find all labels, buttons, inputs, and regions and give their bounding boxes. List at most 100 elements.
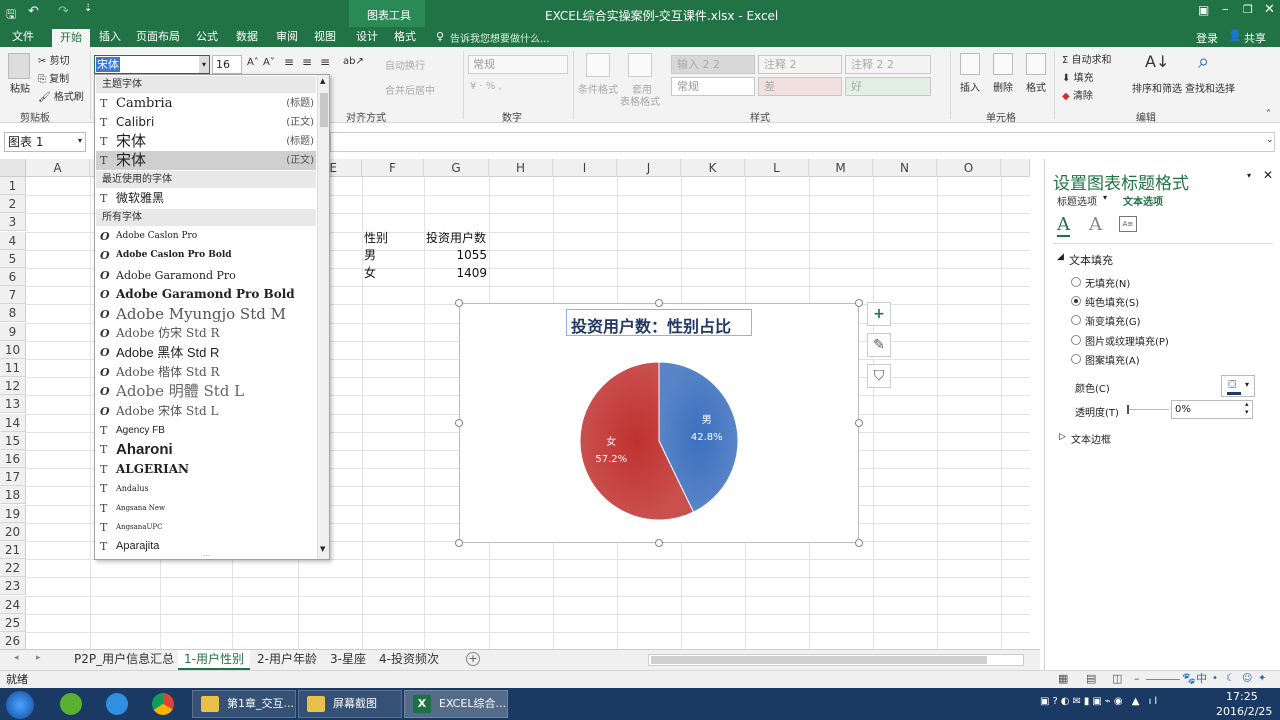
row-header[interactable]: 11 (0, 359, 26, 377)
grow-font-icon[interactable]: A˄ (247, 57, 259, 68)
style-good[interactable]: 好 (845, 77, 931, 96)
row-header[interactable]: 6 (0, 268, 26, 286)
col-header[interactable]: N (873, 159, 937, 177)
align-top-icon[interactable]: ≡ (284, 55, 294, 69)
chart-elements-plus-icon[interactable]: + (867, 302, 891, 326)
transparency-slider[interactable] (1129, 409, 1169, 410)
expand-formula-icon[interactable]: ⌄ (1266, 135, 1274, 145)
radio-picture-fill[interactable] (1071, 335, 1081, 345)
pane-close-icon[interactable]: ✕ (1263, 168, 1273, 182)
sheet-tab[interactable]: 2-用户年龄 (251, 650, 323, 670)
row-header[interactable]: 24 (0, 595, 26, 614)
style-input22[interactable]: 输入 2 2 (671, 55, 755, 74)
font-option[interactable]: O Adobe 黑体 Std R (96, 343, 316, 362)
row-header[interactable]: 23 (0, 577, 26, 596)
radio-solid-fill[interactable] (1071, 296, 1081, 306)
sheet-tab-active[interactable]: 1-用户性别 (178, 650, 250, 670)
login-link[interactable]: 登录 (1196, 30, 1218, 46)
font-option[interactable]: O Adobe 宋体 Std L (96, 402, 316, 421)
number-format-select[interactable]: 常规 (468, 55, 568, 74)
col-header[interactable]: H (489, 159, 553, 177)
textbox-icon[interactable]: A≡ (1119, 216, 1137, 232)
font-option[interactable]: T ALGERIAN (96, 460, 316, 479)
copy-button[interactable]: ⎘ 复制 (38, 70, 69, 85)
zoom-out-icon[interactable]: – (1134, 671, 1140, 687)
fill-button[interactable]: ⬇ 填充 (1062, 69, 1094, 84)
tab-view[interactable]: 视图 (308, 29, 342, 47)
insert-cells-icon[interactable] (960, 53, 980, 75)
font-dropdown[interactable]: 主题字体 T Cambria (标题) T Calibri (正文) T 宋体 (标题) T… (94, 74, 330, 560)
align-middle-icon[interactable]: ≡ (302, 55, 312, 69)
paste-button[interactable]: 粘贴 (10, 80, 30, 95)
tab-file[interactable]: 文件 (4, 29, 42, 47)
radio-no-fill[interactable] (1071, 277, 1081, 287)
resize-handle[interactable] (455, 539, 463, 547)
table-format-icon[interactable] (628, 53, 652, 77)
col-header[interactable]: F (362, 159, 424, 177)
sort-icon[interactable]: A↓ (1145, 52, 1169, 71)
radio-pattern-fill[interactable] (1071, 354, 1081, 364)
ime-punct-icon[interactable]: • (1212, 671, 1218, 687)
name-box[interactable]: 图表 1 (4, 132, 86, 152)
resize-handle[interactable] (855, 419, 863, 427)
save-icon[interactable]: 🖫 (6, 5, 16, 26)
scroll-thumb[interactable] (320, 93, 328, 127)
ime-settings-icon[interactable]: ✦ (1258, 671, 1266, 687)
transparency-input[interactable]: 0% (1171, 400, 1253, 419)
radio-gradient-fill[interactable] (1071, 315, 1081, 325)
select-all-corner[interactable] (0, 159, 26, 177)
row-header[interactable]: 12 (0, 377, 26, 396)
conditional-format-button[interactable]: 条件格式 (578, 81, 618, 96)
chrome-icon[interactable] (152, 693, 174, 715)
font-option[interactable]: T Calibri (正文) (96, 113, 316, 132)
font-option[interactable]: T Aharoni (96, 440, 316, 459)
scroll-up-icon[interactable]: ▲ (320, 77, 325, 85)
font-option[interactable]: T Andalus (96, 479, 316, 498)
page-layout-view-icon[interactable]: ▤ (1086, 671, 1096, 687)
font-option[interactable]: O Adobe 楷体 Std R (96, 363, 316, 382)
close-icon[interactable]: ✕ (1264, 2, 1275, 17)
font-option[interactable]: O Adobe Garamond Pro Bold (96, 285, 316, 304)
hscroll-thumb[interactable] (651, 656, 987, 664)
font-option-selected[interactable]: T 宋体 (正文) (96, 151, 316, 170)
add-sheet-icon[interactable]: + (466, 652, 480, 666)
share-button[interactable]: 共享 (1244, 30, 1266, 46)
pane-menu-icon[interactable]: ▾ (1247, 171, 1251, 180)
col-header[interactable]: G (424, 159, 489, 177)
font-size-input[interactable]: 16 (212, 55, 242, 74)
redo-icon[interactable]: ↷ (58, 4, 69, 19)
row-header[interactable]: 3 (0, 213, 26, 232)
row-header[interactable]: 17 (0, 468, 26, 487)
tab-insert[interactable]: 插入 (92, 29, 128, 47)
font-option[interactable]: T Angsana New (96, 499, 316, 518)
row-header[interactable]: 1 (0, 177, 26, 195)
font-name-input[interactable]: 宋体 ▾ (94, 55, 210, 74)
tab-format[interactable]: 格式 (388, 29, 422, 47)
resize-handle[interactable] (855, 299, 863, 307)
formula-input[interactable] (330, 132, 1275, 152)
normal-view-icon[interactable]: ▦ (1058, 671, 1068, 687)
find-icon[interactable]: ⌕ (1198, 49, 1209, 73)
sheet-tab[interactable]: 3-星座 (324, 650, 372, 670)
cell-g5[interactable]: 1055 (424, 247, 487, 264)
find-select-button[interactable]: 查找和选择 (1185, 80, 1235, 95)
taskbar-excel[interactable]: X EXCEL综合... (404, 690, 508, 718)
format-button[interactable]: 格式 (1026, 79, 1046, 94)
insert-button[interactable]: 插入 (960, 79, 980, 94)
title-options-chevron-icon[interactable]: ▾ (1103, 193, 1107, 202)
tab-data[interactable]: 数据 (230, 29, 264, 47)
text-options-tab[interactable]: 文本选项 (1123, 193, 1163, 208)
table-format-button-2[interactable]: 表格格式 (620, 93, 660, 108)
minimize-icon[interactable]: – (1222, 2, 1229, 17)
horizontal-scrollbar[interactable] (648, 654, 1024, 666)
tell-me-input[interactable]: 告诉我您想要做什么... (450, 30, 550, 45)
row-header[interactable]: 2 (0, 195, 26, 214)
row-header[interactable]: 20 (0, 522, 26, 541)
format-painter-button[interactable]: 🖌 格式刷 (38, 88, 84, 103)
text-effects-icon[interactable]: A (1089, 214, 1102, 235)
text-border-section[interactable]: 文本边框 (1071, 431, 1111, 446)
page-break-view-icon[interactable]: ◫ (1112, 671, 1122, 687)
chart-styles-brush-icon[interactable]: ✎ (867, 333, 891, 357)
chart-filter-icon[interactable]: ⛉ (867, 364, 891, 388)
col-header[interactable]: O (937, 159, 1001, 177)
